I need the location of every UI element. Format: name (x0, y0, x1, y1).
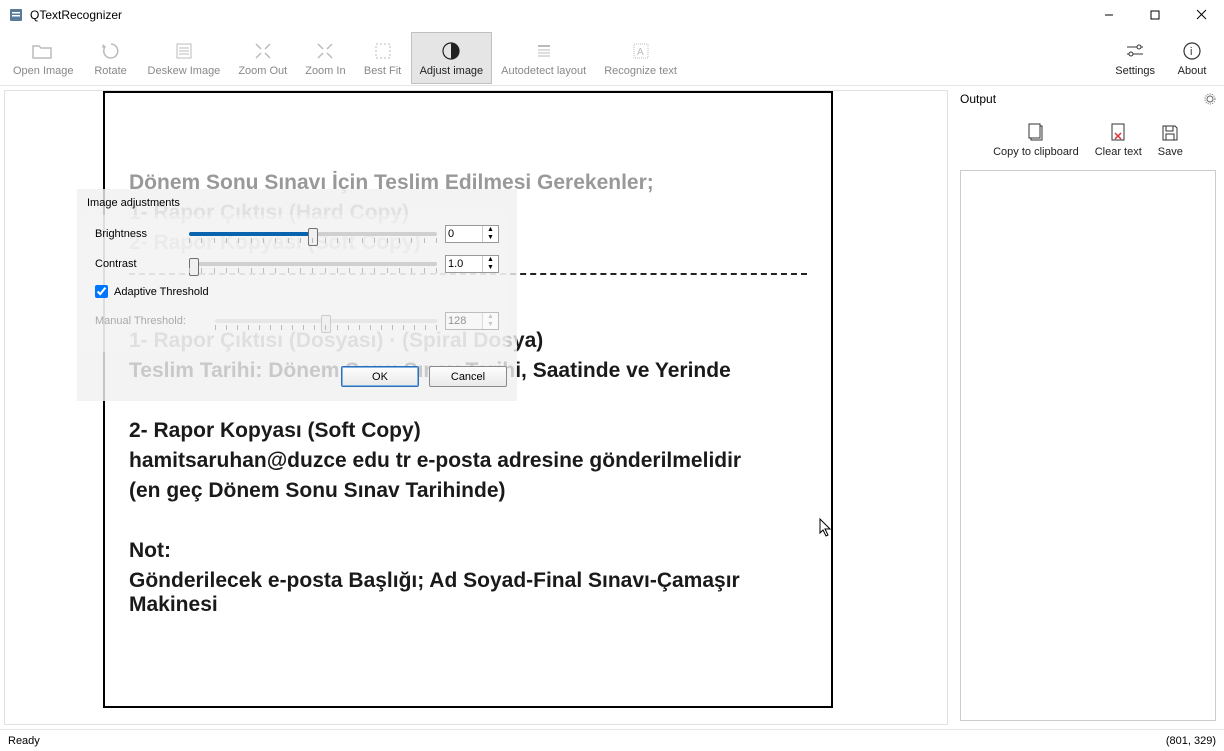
rotate-icon (100, 39, 122, 63)
save-button[interactable]: Save (1158, 120, 1183, 158)
output-textarea[interactable] (960, 170, 1216, 721)
folder-icon (31, 39, 55, 63)
status-text: Ready (8, 735, 40, 747)
autodetect-button[interactable]: Autodetect layout (492, 32, 595, 84)
clear-icon (1108, 120, 1128, 146)
copy-icon (1026, 120, 1046, 146)
rotate-button[interactable]: Rotate (83, 32, 139, 84)
cancel-button[interactable]: Cancel (429, 366, 507, 387)
open-image-button[interactable]: Open Image (4, 32, 83, 84)
about-icon: i (1182, 39, 1202, 63)
up-arrow-icon[interactable]: ▲ (483, 226, 498, 234)
contrast-slider[interactable] (189, 255, 437, 273)
copy-clipboard-button[interactable]: Copy to clipboard (993, 120, 1079, 158)
image-adjustments-dialog: Image adjustments Brightness ▲▼ Contrast (77, 189, 517, 401)
image-viewer[interactable]: Dönem Sonu Sınavı İçin Teslim Edilmesi G… (4, 90, 948, 725)
zoom-in-icon (315, 39, 335, 63)
adaptive-threshold-label: Adaptive Threshold (114, 286, 209, 298)
up-arrow-icon[interactable]: ▲ (483, 256, 498, 264)
save-icon (1160, 120, 1180, 146)
doc-line: 2- Rapor Kopyası (Soft Copy) (129, 419, 807, 443)
best-fit-button[interactable]: Best Fit (355, 32, 411, 84)
contrast-label: Contrast (95, 258, 189, 270)
maximize-button[interactable] (1132, 0, 1178, 29)
brightness-slider[interactable] (189, 225, 437, 243)
settings-button[interactable]: Settings (1106, 32, 1164, 84)
output-title: Output (960, 92, 996, 106)
settings-icon (1125, 39, 1145, 63)
doc-line: Not: (129, 539, 807, 563)
titlebar: QTextRecognizer (0, 0, 1224, 30)
manual-threshold-label: Manual Threshold: (95, 315, 215, 327)
recognize-icon: A (631, 39, 651, 63)
zoom-in-button[interactable]: Zoom In (296, 32, 354, 84)
down-arrow-icon[interactable]: ▼ (483, 264, 498, 272)
contrast-spin[interactable]: ▲▼ (445, 255, 499, 273)
brightness-spin[interactable]: ▲▼ (445, 225, 499, 243)
clear-text-button[interactable]: Clear text (1095, 120, 1142, 158)
layout-icon (534, 39, 554, 63)
statusbar: Ready (801, 329) (0, 729, 1224, 751)
deskew-icon (173, 39, 195, 63)
dialog-title: Image adjustments (87, 197, 507, 209)
doc-line: (en geç Dönem Sonu Sınav Tarihinde) (129, 479, 807, 503)
doc-line: hamitsaruhan@duzce edu tr e-posta adresi… (129, 449, 807, 473)
output-panel: Output Copy to clipboard Clear text Save (952, 86, 1224, 729)
deskew-button[interactable]: Deskew Image (139, 32, 230, 84)
up-arrow-icon: ▲ (483, 313, 498, 321)
manual-threshold-input (446, 313, 482, 329)
brightness-input[interactable] (446, 226, 482, 242)
adjust-image-button[interactable]: Adjust image (411, 32, 493, 84)
zoom-out-button[interactable]: Zoom Out (229, 32, 296, 84)
about-button[interactable]: i About (1164, 32, 1220, 84)
recognize-button[interactable]: A Recognize text (595, 32, 686, 84)
minimize-button[interactable] (1086, 0, 1132, 29)
toolbar: Open Image Rotate Deskew Image Zoom Out … (0, 30, 1224, 86)
svg-text:i: i (1190, 46, 1192, 58)
doc-line: Gönderilecek e-posta Başlığı; Ad Soyad-F… (129, 569, 807, 617)
down-arrow-icon: ▼ (483, 321, 498, 329)
manual-threshold-slider (215, 312, 437, 330)
best-fit-icon (373, 39, 393, 63)
adjust-icon (441, 39, 461, 63)
close-button[interactable] (1178, 0, 1224, 29)
window-title: QTextRecognizer (30, 8, 1086, 22)
svg-text:A: A (637, 47, 644, 58)
down-arrow-icon[interactable]: ▼ (483, 234, 498, 242)
adaptive-threshold-checkbox[interactable] (95, 285, 108, 298)
app-icon (8, 7, 24, 23)
manual-threshold-spin: ▲▼ (445, 312, 499, 330)
ok-button[interactable]: OK (341, 366, 419, 387)
output-settings-icon[interactable] (1204, 93, 1216, 105)
cursor-coords: (801, 329) (1166, 735, 1216, 747)
contrast-input[interactable] (446, 256, 482, 272)
zoom-out-icon (253, 39, 273, 63)
brightness-label: Brightness (95, 228, 189, 240)
